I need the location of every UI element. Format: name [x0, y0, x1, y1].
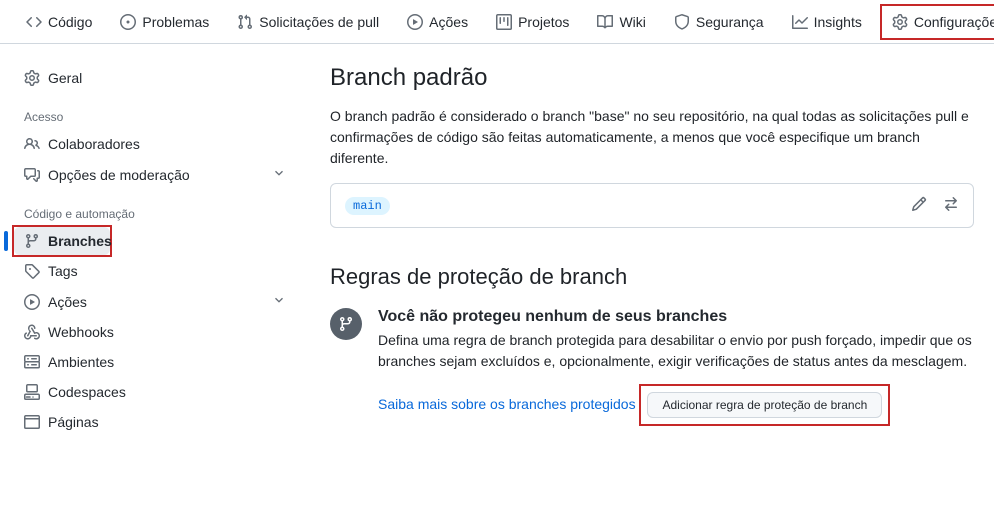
shield-icon — [674, 14, 690, 30]
sidebar-item-label: Páginas — [48, 414, 99, 430]
rename-branch-button[interactable] — [911, 196, 927, 215]
sidebar-item-collaborators[interactable]: Colaboradores — [14, 130, 296, 158]
browser-icon — [24, 414, 40, 430]
chevron-down-icon — [272, 166, 286, 183]
sidebar-item-label: Webhooks — [48, 324, 114, 340]
sidebar-item-label: Branches — [48, 233, 112, 249]
switch-branch-button[interactable] — [943, 196, 959, 215]
add-protection-rule-button[interactable]: Adicionar regra de proteção de branch — [647, 392, 882, 418]
projects-icon — [496, 14, 512, 30]
pull-request-icon — [237, 14, 253, 30]
issue-icon — [120, 14, 136, 30]
sidebar-item-webhooks[interactable]: Webhooks — [14, 318, 296, 346]
tab-insights[interactable]: Insights — [782, 6, 872, 38]
tab-code-label: Código — [48, 14, 92, 30]
sidebar-item-label: Opções de moderação — [48, 167, 190, 183]
sidebar-item-label: Colaboradores — [48, 136, 140, 152]
sidebar-item-codespaces[interactable]: Codespaces — [14, 378, 296, 406]
graph-icon — [792, 14, 808, 30]
tab-pulls[interactable]: Solicitações de pull — [227, 6, 389, 38]
branch-name-pill: main — [345, 197, 390, 215]
sidebar-item-label: Tags — [48, 263, 78, 279]
tab-actions-label: Ações — [429, 14, 468, 30]
arrow-switch-icon — [943, 196, 959, 212]
sidebar-item-branches[interactable]: Branches — [14, 227, 110, 255]
tab-security-label: Segurança — [696, 14, 764, 30]
tab-code[interactable]: Código — [16, 6, 102, 38]
protection-learn-more-link[interactable]: Saiba mais sobre os branches protegidos — [378, 396, 636, 412]
git-branch-icon — [330, 308, 362, 340]
tab-settings[interactable]: Configurações — [880, 4, 994, 40]
sidebar-section-code: Código e automação — [24, 207, 296, 221]
codespaces-icon — [24, 384, 40, 400]
default-branch-heading: Branch padrão — [330, 64, 974, 92]
protection-empty-state: Você não protegeu nenhum de seus branche… — [330, 308, 974, 426]
play-icon — [407, 14, 423, 30]
sidebar-item-actions[interactable]: Ações — [14, 287, 296, 316]
tab-security[interactable]: Segurança — [664, 6, 774, 38]
sidebar-item-general[interactable]: Geral — [14, 64, 296, 92]
webhook-icon — [24, 324, 40, 340]
comment-discussion-icon — [24, 167, 40, 183]
main-content: Branch padrão O branch padrão é consider… — [310, 44, 994, 510]
book-icon — [597, 14, 613, 30]
repo-topnav: Código Problemas Solicitações de pull Aç… — [0, 0, 994, 44]
tab-wiki-label: Wiki — [619, 14, 645, 30]
people-icon — [24, 136, 40, 152]
gear-icon — [24, 70, 40, 86]
protection-title: Você não protegeu nenhum de seus branche… — [378, 308, 974, 326]
sidebar-item-tags[interactable]: Tags — [14, 257, 296, 285]
gear-icon — [892, 14, 908, 30]
tab-issues-label: Problemas — [142, 14, 209, 30]
tab-wiki[interactable]: Wiki — [587, 6, 655, 38]
code-icon — [26, 14, 42, 30]
tag-icon — [24, 263, 40, 279]
tab-projects[interactable]: Projetos — [486, 6, 579, 38]
tab-issues[interactable]: Problemas — [110, 6, 219, 38]
sidebar-item-label: Ambientes — [48, 354, 114, 370]
tab-actions[interactable]: Ações — [397, 6, 478, 38]
tab-projects-label: Projetos — [518, 14, 569, 30]
sidebar-section-access: Acesso — [24, 110, 296, 124]
git-branch-icon — [24, 233, 40, 249]
default-branch-box: main — [330, 183, 974, 228]
settings-sidebar: Geral Acesso Colaboradores Opções de mod… — [0, 44, 310, 510]
sidebar-item-environments[interactable]: Ambientes — [14, 348, 296, 376]
tab-settings-label: Configurações — [914, 14, 994, 30]
sidebar-item-moderation[interactable]: Opções de moderação — [14, 160, 296, 189]
sidebar-item-label: Codespaces — [48, 384, 126, 400]
tab-insights-label: Insights — [814, 14, 862, 30]
sidebar-item-label: Ações — [48, 294, 87, 310]
tab-pulls-label: Solicitações de pull — [259, 14, 379, 30]
server-icon — [24, 354, 40, 370]
pencil-icon — [911, 196, 927, 212]
chevron-down-icon — [272, 293, 286, 310]
play-icon — [24, 294, 40, 310]
protection-rules-heading: Regras de proteção de branch — [330, 264, 974, 290]
default-branch-description: O branch padrão é considerado o branch "… — [330, 106, 974, 169]
sidebar-item-pages[interactable]: Páginas — [14, 408, 296, 436]
protection-description: Defina uma regra de branch protegida par… — [378, 330, 974, 372]
sidebar-item-label: Geral — [48, 70, 82, 86]
